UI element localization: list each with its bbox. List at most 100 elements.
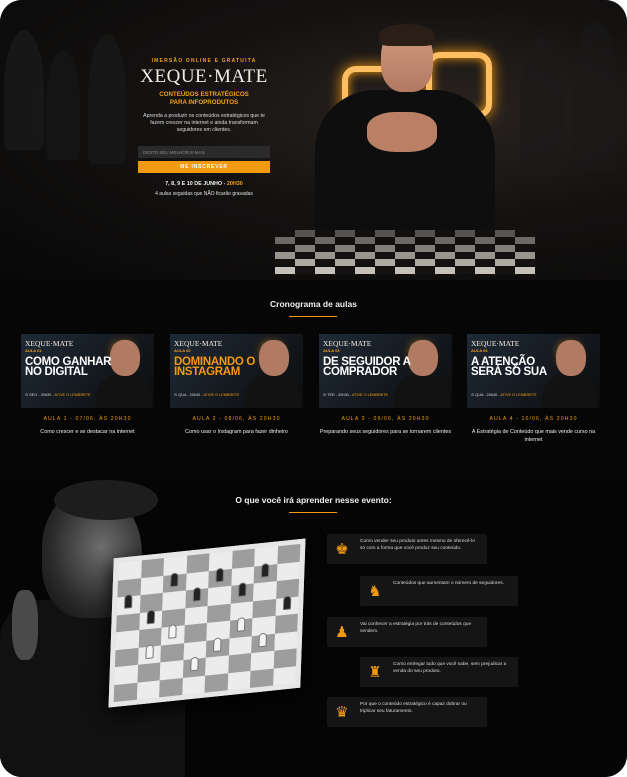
lesson-date: AULA 2 - 08/06, ÀS 20H30 (192, 416, 281, 422)
learn-item: ♞ Conteúdos que aumentam o número de seg… (360, 576, 518, 606)
lesson-date: AULA 3 - 09/06, ÀS 20H30 (341, 416, 430, 422)
title-divider (289, 316, 337, 317)
crown-icon: ♛ (335, 703, 349, 721)
chess-piece-icon (237, 582, 247, 598)
thumb-brand: XEQUE·MATE (471, 339, 520, 348)
event-note: 4 aulas seguidas que NÃO ficarão gravada… (155, 191, 253, 197)
title-divider (289, 512, 337, 513)
thumb-meta: ⊙ TER - 20h30 - ATIVE O LEMBRETE (323, 393, 389, 397)
chess-piece-icon (258, 632, 268, 647)
hero-description: Aprenda a produzir os conteúdos estratég… (143, 113, 265, 133)
chess-rook-icon: ♜ (368, 663, 382, 681)
thumb-day: TER - 20h30 - (327, 393, 352, 397)
landing-page: IMERSÃO ONLINE E GRATUITA XEQUE·MATE CON… (0, 0, 627, 777)
chess-piece-icon (215, 567, 225, 582)
schedule-title: Cronograma de aulas (270, 299, 357, 309)
lesson-date: AULA 1 - 07/06, ÀS 20H30 (43, 416, 132, 422)
chess-piece-icon (213, 636, 222, 652)
learn-item-text: Conteúdos que aumentam o número de segui… (393, 581, 504, 586)
thumb-headline: DOMINANDO O INSTAGRAM (174, 356, 256, 378)
thumb-day: SEG - 20h30 - (29, 393, 55, 397)
hero-chessboard (275, 230, 535, 274)
host-silhouette (394, 374, 450, 408)
host-silhouette (542, 374, 598, 408)
chess-piece-icon (192, 586, 201, 602)
chess-piece-icon (260, 562, 270, 578)
lesson-card[interactable]: XEQUE·MATE AULA 03 DE SEGUIDOR A COMPRAD… (319, 334, 452, 444)
thumb-aula: AULA 01 (25, 348, 42, 353)
event-dates: 7, 8, 9 E 10 DE JUNHO - 20H30 (138, 181, 270, 187)
lesson-thumbnail[interactable]: XEQUE·MATE AULA 01 COMO GANHAR NO DIGITA… (21, 334, 154, 408)
chess-piece-icon (189, 656, 199, 672)
learn-item: ♛ Por que o conteúdo estratégico é capaz… (327, 697, 487, 727)
reminder-link[interactable]: ATIVE O LEMBRETE (352, 393, 388, 397)
lesson-description: Como crescer e se destacar na internet (40, 429, 135, 435)
thumb-meta: ⊙ SEG - 20h30 - ATIVE O LEMBRETE (25, 393, 91, 397)
thumb-meta: ⊙ QUA - 20h30 - ATIVE O LEMBRETE (471, 393, 537, 397)
crowd-silhouette (46, 50, 80, 160)
host-silhouette (245, 374, 301, 408)
chess-piece-icon (170, 571, 179, 587)
thinker-hand (12, 590, 38, 660)
hero-eyebrow: IMERSÃO ONLINE E GRATUITA (151, 58, 257, 64)
reminder-link[interactable]: ATIVE O LEMBRETE (54, 393, 90, 397)
lesson-card[interactable]: XEQUE·MATE AULA 04 A ATENÇÃO SERÁ SÓ SUA… (467, 334, 600, 444)
chess-pawn-icon: ♟ (335, 623, 349, 641)
lesson-thumbnail[interactable]: XEQUE·MATE AULA 03 DE SEGUIDOR A COMPRAD… (319, 334, 452, 408)
host-silhouette (96, 374, 152, 408)
thumb-headline: DE SEGUIDOR A COMPRADOR (323, 356, 411, 378)
thumb-day: QUA - 20h30 - (178, 393, 204, 397)
lesson-description: Preparando seus seguidores para se torna… (319, 429, 452, 435)
signup-button[interactable]: ME INSCREVER (138, 161, 270, 173)
chess-knight-icon: ♞ (368, 582, 382, 600)
crowd-silhouette (4, 30, 44, 150)
chess-piece-icon (168, 624, 177, 639)
reminder-link[interactable]: ATIVE O LEMBRETE (203, 393, 239, 397)
lesson-thumbnail[interactable]: XEQUE·MATE AULA 04 A ATENÇÃO SERÁ SÓ SUA… (467, 334, 600, 408)
crowd-silhouette (520, 36, 564, 176)
hero-copy: IMERSÃO ONLINE E GRATUITA XEQUE·MATE CON… (138, 58, 270, 197)
learn-item: ♟ Vai conhecer a estratégia por trás de … (327, 617, 487, 647)
email-input[interactable] (138, 146, 270, 158)
thumb-headline: A ATENÇÃO SERÁ SÓ SUA (471, 356, 547, 378)
lesson-description: Como usar o Instagram para fazer dinheir… (185, 429, 288, 435)
chess-king-icon: ♚ (335, 540, 349, 558)
learn-item: ♜ Como entregar tudo que você sabe, sem … (360, 657, 518, 687)
thumb-aula: AULA 04 (471, 348, 488, 353)
thumb-aula: AULA 03 (323, 348, 340, 353)
chess-piece-icon (144, 643, 154, 659)
chess-piece-icon (146, 609, 155, 624)
hero-section: IMERSÃO ONLINE E GRATUITA XEQUE·MATE CON… (0, 0, 627, 280)
thumb-aula: AULA 02 (174, 348, 191, 353)
hero-subtitle-line: CONTEÚDOS ESTRATÉGICOS (159, 91, 249, 98)
chessboard-image (108, 538, 306, 708)
thumb-brand: XEQUE·MATE (174, 339, 223, 348)
chess-piece-icon (236, 617, 245, 632)
thumb-headline: COMO GANHAR NO DIGITAL (25, 356, 112, 378)
event-dates-text: 7, 8, 9 E 10 DE JUNHO - (165, 181, 227, 187)
lesson-thumbnail[interactable]: XEQUE·MATE AULA 02 DOMINANDO O INSTAGRAM… (170, 334, 303, 408)
thumb-brand: XEQUE·MATE (323, 339, 372, 348)
brand-logo: XEQUE·MATE (140, 66, 268, 87)
hero-subtitle-line: PARA INFOPRODUTOS (169, 99, 239, 106)
learn-title: O que você irá aprender nesse evento: (235, 495, 392, 505)
crowd-silhouette (572, 20, 618, 170)
learn-item-text: Como vender seu produto antes mesmo de o… (360, 539, 475, 551)
learn-item-text: Como entregar tudo que você sabe, sem pr… (393, 662, 507, 674)
lesson-card[interactable]: XEQUE·MATE AULA 02 DOMINANDO O INSTAGRAM… (170, 334, 303, 444)
thumb-meta: ⊙ QUA - 20h30 - ATIVE O LEMBRETE (174, 393, 240, 397)
lesson-description: A Estratégia de Conteúdo que mais vende … (471, 429, 596, 443)
thumb-brand: XEQUE·MATE (25, 339, 74, 348)
chess-piece-icon (124, 594, 133, 609)
reminder-link[interactable]: ATIVE O LEMBRETE (500, 393, 536, 397)
lesson-card[interactable]: XEQUE·MATE AULA 01 COMO GANHAR NO DIGITA… (21, 334, 154, 444)
learn-item-text: Vai conhecer a estratégia por trás de co… (360, 622, 472, 634)
crowd-silhouette (88, 34, 126, 164)
hero-subtitle: CONTEÚDOS ESTRATÉGICOS PARA INFOPRODUTOS (138, 91, 270, 107)
chess-piece-icon (282, 594, 291, 610)
event-time: 20H30 (226, 181, 243, 187)
host-portrait (305, 24, 500, 241)
learn-item: ♚ Como vender seu produto antes mesmo de… (327, 534, 487, 564)
thumb-day: QUA - 20h30 - (475, 393, 501, 397)
lesson-date: AULA 4 - 10/06, ÀS 20H30 (489, 416, 578, 422)
